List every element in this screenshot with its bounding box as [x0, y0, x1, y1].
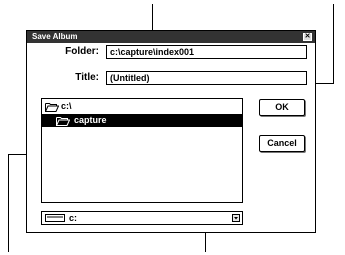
open-folder-icon: [56, 117, 70, 126]
drive-value: c:: [69, 213, 78, 223]
callout-line-title-v: [333, 4, 334, 84]
tree-item-root[interactable]: c:\: [42, 100, 242, 113]
drive-select[interactable]: c:: [41, 211, 243, 225]
callout-line-tree-v: [8, 154, 9, 252]
drive-icon: [45, 214, 65, 222]
dropdown-arrow-icon[interactable]: [232, 214, 240, 222]
folder-field[interactable]: c:\capture\index001: [106, 45, 307, 59]
title-bar[interactable]: Save Album ✕: [27, 31, 315, 43]
cancel-button[interactable]: Cancel: [259, 135, 305, 152]
save-album-dialog: Save Album ✕ Folder: c:\capture\index001…: [26, 30, 316, 233]
close-icon[interactable]: ✕: [303, 33, 312, 41]
tree-item-label: capture: [74, 115, 107, 125]
dialog-title: Save Album: [32, 32, 78, 41]
tree-item-capture[interactable]: capture: [42, 114, 242, 127]
title-label: Title:: [75, 72, 99, 83]
title-field[interactable]: (Untitled): [106, 71, 307, 85]
tree-item-label: c:\: [61, 101, 72, 111]
folder-label: Folder:: [65, 46, 99, 57]
folder-tree-list[interactable]: c:\ capture: [41, 98, 243, 203]
ok-button[interactable]: OK: [259, 99, 305, 116]
open-folder-icon: [45, 103, 59, 112]
